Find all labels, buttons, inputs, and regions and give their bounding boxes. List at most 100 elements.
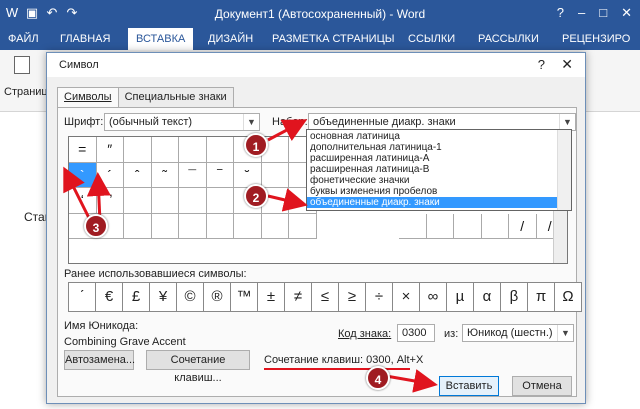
symbol-cell[interactable] — [179, 137, 207, 163]
symbol-cell[interactable] — [289, 213, 317, 239]
insert-button[interactable]: Вставить — [439, 376, 499, 396]
symbol-cell[interactable] — [261, 162, 289, 188]
autocorrect-button[interactable]: Автозамена... — [64, 350, 135, 370]
font-value: (обычный текст) — [109, 116, 193, 128]
unicode-name: Combining Grave Accent — [64, 336, 186, 348]
tab-insert[interactable]: ВСТАВКА — [128, 28, 194, 50]
tab-review[interactable]: РЕЦЕНЗИРО — [554, 28, 638, 50]
code-label: Код знака: — [338, 328, 392, 340]
symbol-cell[interactable] — [261, 213, 289, 239]
symbol-cell[interactable] — [454, 213, 482, 239]
subset-option[interactable]: дополнительная латиница-1 — [307, 142, 559, 153]
recent-symbol[interactable]: € — [95, 282, 123, 312]
symbol-cell[interactable] — [179, 213, 207, 239]
shortcut-key-button[interactable]: Сочетание клавиш... — [146, 350, 250, 384]
recent-symbol[interactable]: ® — [203, 282, 231, 312]
chevron-down-icon[interactable]: ▼ — [557, 325, 573, 341]
tab-file[interactable]: ФАЙЛ — [0, 28, 47, 50]
symbol-cell[interactable] — [206, 188, 234, 214]
recent-label: Ранее использовавшиеся символы: — [64, 268, 247, 280]
subset-option[interactable]: расширенная латиница-B — [307, 164, 559, 175]
recent-symbol[interactable]: µ — [446, 282, 474, 312]
symbol-cell[interactable]: ̛ — [96, 188, 124, 214]
recent-symbol[interactable]: ™ — [230, 282, 258, 312]
tab-special-chars[interactable]: Специальные знаки — [117, 87, 234, 107]
ribbon-pages-label[interactable]: Страниц — [4, 86, 48, 98]
pages-icon[interactable] — [14, 56, 30, 74]
shortcut-underline — [264, 368, 410, 370]
document-title: Документ1 (Автосохраненный) - Word — [214, 7, 426, 21]
symbol-cell[interactable] — [124, 213, 152, 239]
tab-mailings[interactable]: РАССЫЛКИ — [470, 28, 547, 50]
from-value: Юникод (шестн.) — [467, 327, 553, 339]
symbol-cell[interactable]: ˜ — [151, 162, 179, 188]
tab-layout[interactable]: РАЗМЕТКА СТРАНИЦЫ — [264, 28, 402, 50]
subset-label: Набор: — [272, 116, 308, 128]
symbol-cell[interactable]: ‾ — [206, 162, 234, 188]
symbol-cell[interactable]: / — [509, 213, 537, 239]
recent-symbol[interactable]: ≤ — [311, 282, 339, 312]
symbol-cell[interactable] — [234, 213, 262, 239]
recent-symbols: ˊ € £ ¥ © ® ™ ± ≠ ≤ ≥ ÷ × ∞ µ α β π Ω — [68, 282, 582, 312]
subset-option[interactable]: фонетические значки — [307, 175, 559, 186]
symbol-cell[interactable] — [399, 213, 427, 239]
symbol-cell[interactable] — [179, 188, 207, 214]
tab-references[interactable]: ССЫЛКИ — [400, 28, 463, 50]
recent-symbol[interactable]: β — [500, 282, 528, 312]
close-icon[interactable]: ✕ — [621, 5, 632, 21]
recent-symbol[interactable]: ¥ — [149, 282, 177, 312]
symbol-cell[interactable]: ´ — [96, 162, 124, 188]
symbol-cell[interactable]: = — [69, 137, 97, 163]
recent-symbol[interactable]: Ω — [554, 282, 582, 312]
symbol-cell[interactable] — [426, 213, 454, 239]
recent-symbol[interactable]: ÷ — [365, 282, 393, 312]
tab-design[interactable]: ДИЗАЙН — [200, 28, 261, 50]
symbol-cell[interactable] — [151, 213, 179, 239]
symbol-cell[interactable] — [206, 213, 234, 239]
symbol-cell[interactable] — [151, 137, 179, 163]
symbol-cell-selected[interactable]: ` — [69, 162, 97, 188]
recent-symbol[interactable]: × — [392, 282, 420, 312]
maximize-icon[interactable]: □ — [599, 5, 607, 21]
chevron-down-icon[interactable]: ▼ — [243, 114, 259, 130]
recent-symbol[interactable]: £ — [122, 282, 150, 312]
help-icon[interactable]: ? — [557, 5, 564, 21]
subset-option[interactable]: основная латиница — [307, 131, 559, 142]
recent-symbol[interactable]: π — [527, 282, 555, 312]
recent-symbol[interactable]: ˊ — [68, 282, 96, 312]
subset-value: объединенные диакр. знаки — [313, 116, 456, 128]
font-select[interactable]: (обычный текст) ▼ — [104, 113, 260, 131]
minimize-icon[interactable]: – — [578, 5, 585, 21]
recent-symbol[interactable]: ∞ — [419, 282, 447, 312]
chevron-down-icon[interactable]: ▼ — [559, 114, 575, 130]
subset-option-selected[interactable]: объединенные диакр. знаки — [307, 197, 559, 208]
subset-option[interactable]: расширенная латиница-A — [307, 153, 559, 164]
symbol-cell[interactable] — [124, 188, 152, 214]
dialog-help-button[interactable]: ? — [538, 57, 545, 72]
subset-dropdown-list[interactable]: основная латиница дополнительная латиниц… — [306, 129, 572, 211]
symbol-cell[interactable] — [206, 137, 234, 163]
cancel-button[interactable]: Отмена — [512, 376, 572, 396]
tab-symbols[interactable]: Символы — [57, 87, 119, 108]
symbol-cell[interactable]: ″ — [96, 137, 124, 163]
recent-symbol[interactable]: ± — [257, 282, 285, 312]
dialog-close-button[interactable]: ✕ — [561, 56, 573, 73]
code-input[interactable]: 0300 — [397, 324, 435, 342]
recent-symbol[interactable]: α — [473, 282, 501, 312]
symbol-cell[interactable] — [481, 213, 509, 239]
symbol-cell[interactable] — [151, 188, 179, 214]
from-select[interactable]: Юникод (шестн.) ▼ — [462, 324, 574, 342]
recent-symbol[interactable]: ≥ — [338, 282, 366, 312]
step-badge-4: 4 — [366, 366, 390, 390]
symbol-cell[interactable]: ¯ — [179, 162, 207, 188]
recent-symbol[interactable]: ≠ — [284, 282, 312, 312]
tab-home[interactable]: ГЛАВНАЯ — [52, 28, 118, 50]
symbol-cell[interactable] — [124, 137, 152, 163]
subset-option[interactable]: буквы изменения пробелов — [307, 186, 559, 197]
symbol-cell[interactable]: ˆ — [124, 162, 152, 188]
symbol-cell[interactable]: ʻ — [69, 188, 97, 214]
recent-symbol[interactable]: © — [176, 282, 204, 312]
dropdown-scrollbar[interactable] — [557, 130, 571, 210]
shortcut-text: Сочетание клавиш: 0300, Alt+X — [264, 354, 424, 366]
step-badge-2: 2 — [244, 184, 268, 208]
